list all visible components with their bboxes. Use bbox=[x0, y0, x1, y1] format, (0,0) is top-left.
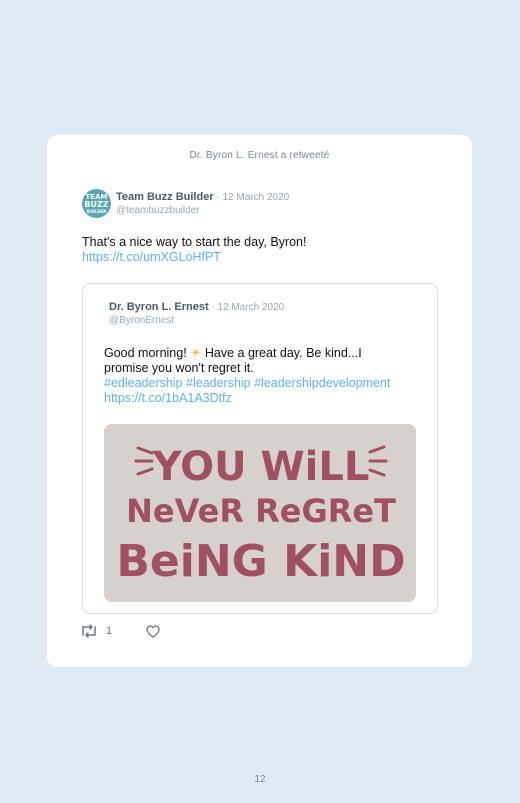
avatar[interactable]: TEAM BUZZ BUILDER bbox=[82, 189, 111, 218]
quoted-tweet-text: Good morning! ☀ Have a great day. Be kin… bbox=[104, 346, 404, 406]
tweet-card: Dr. Byron L. Ernest a retweeté TEAM BUZZ… bbox=[47, 135, 472, 667]
tweet-author: Team Buzz Builder · 12 March 2020 @teamb… bbox=[116, 191, 289, 216]
tweet-link[interactable]: https://t.co/umXGLoHfPT bbox=[82, 250, 442, 265]
quoted-tweet[interactable]: Dr. Byron L. Ernest · 12 March 2020 @Byr… bbox=[82, 283, 438, 614]
avatar-text-line: BUILDER bbox=[86, 208, 107, 214]
quoted-text-part: Good morning! bbox=[104, 346, 191, 360]
tweet-date[interactable]: · 12 March 2020 bbox=[214, 192, 289, 203]
quoted-tweet-date[interactable]: · 12 March 2020 bbox=[209, 302, 284, 313]
tweet-body: That's a nice way to start the day, Byro… bbox=[82, 235, 307, 249]
quoted-tweet-image[interactable]: YOU WiLL NeVeR ReGReT BeiNG KiND bbox=[104, 424, 416, 602]
tweet-actions: 1 bbox=[80, 622, 160, 640]
retweet-icon[interactable] bbox=[80, 624, 98, 638]
image-text-line: BeiNG KiND bbox=[116, 536, 405, 587]
image-text-line: YOU WiLL bbox=[152, 444, 370, 490]
heart-icon[interactable] bbox=[146, 624, 160, 638]
hashtags[interactable]: #edleadership #leadership #leadershipdev… bbox=[104, 376, 390, 390]
page-number: 12 bbox=[254, 774, 266, 785]
avatar-text-line: BUZZ bbox=[84, 199, 109, 209]
retweet-count: 1 bbox=[106, 625, 113, 637]
author-name[interactable]: Team Buzz Builder bbox=[116, 191, 214, 203]
quoted-tweet-author: Dr. Byron L. Ernest · 12 March 2020 @Byr… bbox=[109, 301, 284, 326]
quoted-author-handle[interactable]: @ByronErnest bbox=[109, 315, 284, 326]
author-handle[interactable]: @teambuzzbuilder bbox=[116, 205, 289, 216]
image-graphic: YOU WiLL NeVeR ReGReT BeiNG KiND bbox=[104, 424, 416, 602]
sun-emoji-icon: ☀ bbox=[190, 346, 202, 360]
image-text-line: NeVeR ReGReT bbox=[126, 492, 396, 530]
quoted-author-name[interactable]: Dr. Byron L. Ernest bbox=[109, 301, 209, 313]
retweet-notice: Dr. Byron L. Ernest a retweeté bbox=[189, 150, 330, 161]
quoted-tweet-link[interactable]: https://t.co/1bA1A3Dtfz bbox=[104, 391, 232, 405]
tweet-text: That's a nice way to start the day, Byro… bbox=[82, 235, 442, 265]
